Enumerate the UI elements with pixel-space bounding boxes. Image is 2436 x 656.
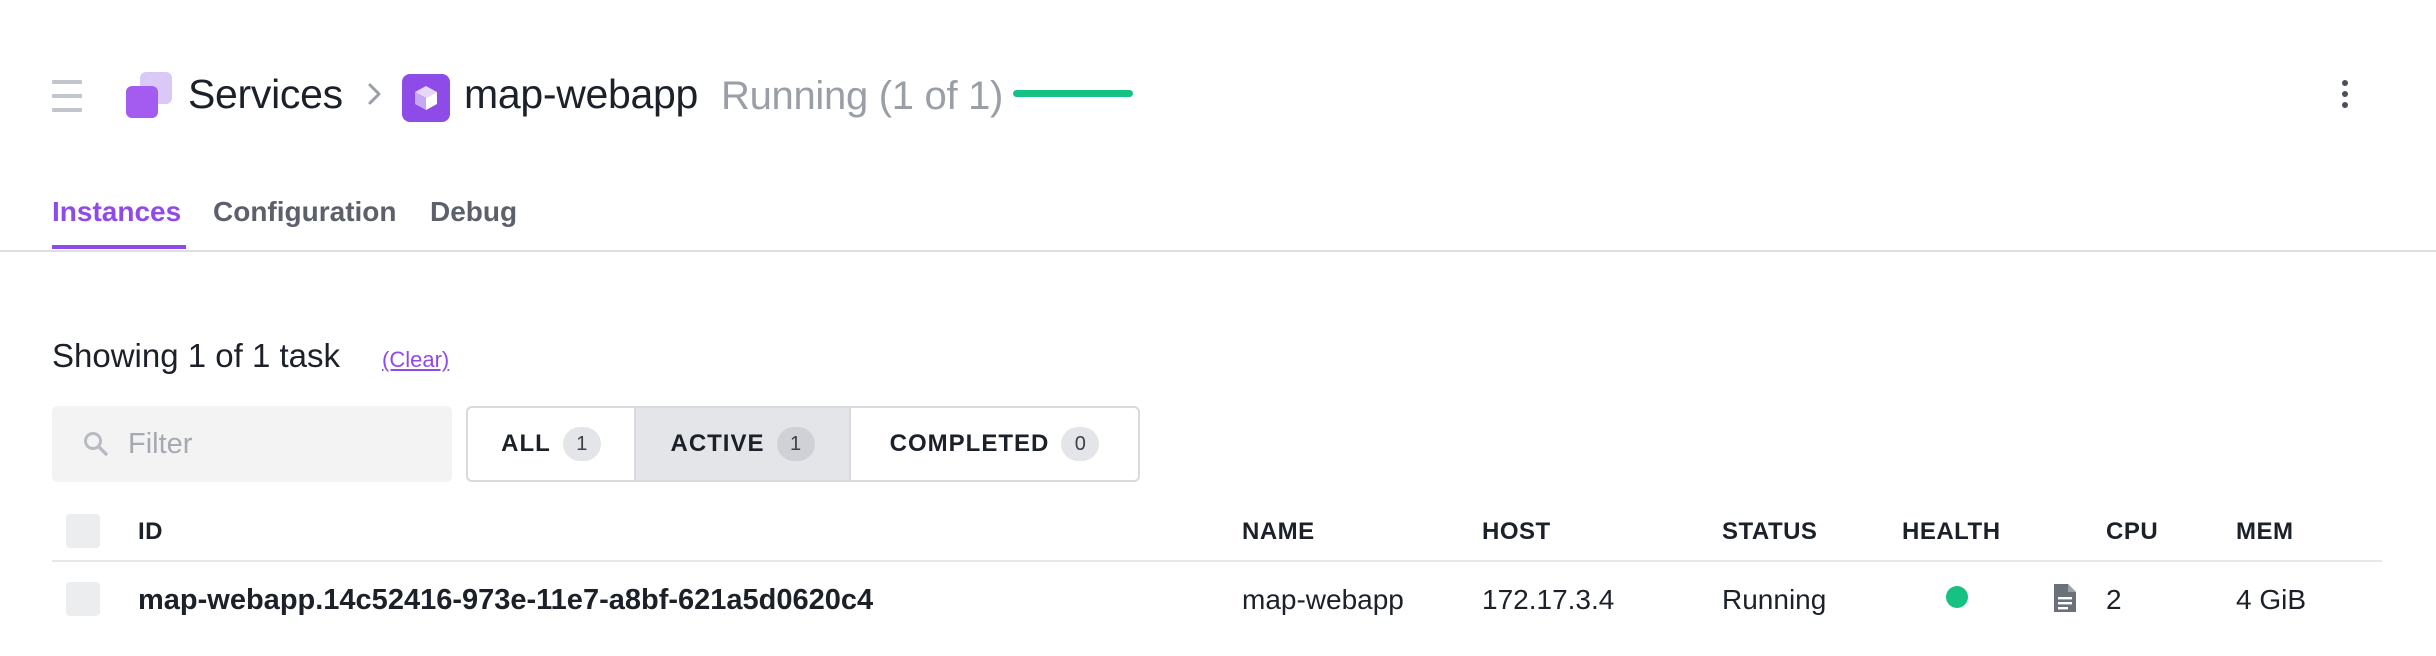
health-status-dot	[1946, 586, 1968, 608]
log-file-icon[interactable]	[2052, 582, 2078, 614]
filter-active-count: 1	[776, 427, 815, 461]
breadcrumb-service-name[interactable]: map-webapp	[464, 68, 698, 120]
tab-configuration[interactable]: Configuration	[213, 192, 397, 232]
service-status-progress-bar	[1013, 90, 1133, 97]
column-header-name[interactable]: NAME	[1242, 516, 1315, 548]
row-select-checkbox[interactable]	[66, 582, 100, 616]
filter-all-count: 1	[562, 427, 601, 461]
services-stack-icon	[126, 72, 172, 118]
task-mem: 4 GiB	[2236, 584, 2307, 615]
filter-all-label: ALL	[501, 430, 551, 457]
status-filter-group: ALL 1 ACTIVE 1 COMPLETED 0	[466, 406, 1140, 482]
filter-active-label: ACTIVE	[670, 430, 765, 457]
active-tab-indicator	[52, 245, 186, 249]
filter-input[interactable]	[128, 427, 428, 461]
column-header-cpu[interactable]: CPU	[2106, 516, 2158, 548]
column-header-mem[interactable]: MEM	[2236, 516, 2294, 548]
task-cpu: 2	[2106, 584, 2122, 615]
filter-all-button[interactable]: ALL 1	[468, 408, 636, 480]
page-header: Services map-webapp Running (1 of 1)	[0, 0, 2436, 190]
service-cube-icon	[402, 74, 450, 122]
task-host: 172.17.3.4	[1482, 584, 1615, 615]
service-status-text: Running (1 of 1)	[721, 74, 1004, 118]
table-header: ID NAME HOST STATUS HEALTH CPU MEM	[52, 504, 2382, 562]
breadcrumb-services[interactable]: Services	[188, 68, 343, 120]
more-vertical-icon[interactable]	[2336, 76, 2354, 112]
tab-instances[interactable]: Instances	[52, 192, 181, 232]
filter-completed-button[interactable]: COMPLETED 0	[851, 408, 1138, 480]
table-row: map-webapp.14c52416-973e-11e7-a8bf-621a5…	[52, 564, 2382, 632]
task-id-link[interactable]: map-webapp.14c52416-973e-11e7-a8bf-621a5…	[138, 582, 873, 618]
search-icon	[84, 432, 108, 456]
task-name: map-webapp	[1242, 584, 1404, 615]
select-all-checkbox[interactable]	[66, 514, 100, 548]
task-status: Running	[1722, 584, 1827, 615]
task-count-summary: Showing 1 of 1 task	[52, 337, 341, 374]
column-header-host[interactable]: HOST	[1482, 516, 1551, 548]
tab-bar: Instances Configuration Debug	[0, 186, 2436, 252]
column-header-health[interactable]: HEALTH	[1902, 516, 2001, 548]
chevron-right-icon	[368, 83, 381, 105]
filter-completed-label: COMPLETED	[889, 430, 1050, 457]
hamburger-menu-icon[interactable]	[52, 80, 82, 112]
clear-filter-link[interactable]: (Clear)	[382, 346, 449, 374]
filter-field[interactable]	[52, 406, 452, 482]
filter-completed-count: 0	[1061, 427, 1100, 461]
column-header-id[interactable]: ID	[138, 516, 163, 548]
filter-active-button[interactable]: ACTIVE 1	[636, 408, 851, 480]
tab-debug[interactable]: Debug	[430, 192, 517, 232]
column-header-status[interactable]: STATUS	[1722, 516, 1817, 548]
